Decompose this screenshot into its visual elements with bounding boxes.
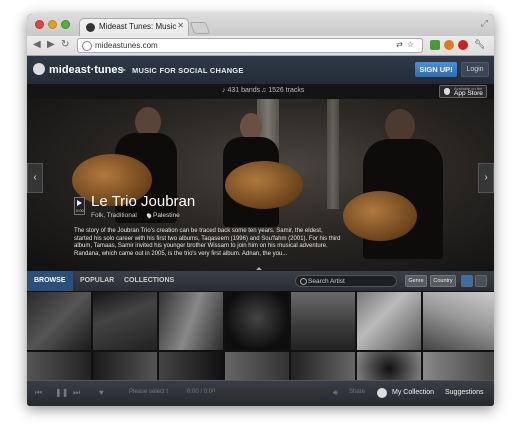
artist-tile[interactable] bbox=[225, 292, 289, 350]
wrench-icon[interactable]: 🔧︎ bbox=[474, 39, 485, 50]
extension-icon[interactable] bbox=[444, 40, 454, 50]
browse-bar: BROWSE POPULAR COLLECTIONS Genre Country bbox=[27, 271, 494, 292]
site-header: mideast·tunes ▸ MUSIC FOR SOCIAL CHANGE … bbox=[27, 56, 494, 84]
suggestions-button[interactable]: Suggestions bbox=[445, 389, 484, 396]
featured-artist-name[interactable]: Le Trio Joubran bbox=[91, 193, 195, 210]
appstore-big-text: App Store bbox=[454, 90, 483, 97]
share-button[interactable]: Share bbox=[349, 389, 365, 395]
music-note-icon: ♫ bbox=[261, 87, 267, 94]
play-duration: 0:00 bbox=[76, 208, 84, 213]
country-filter-button[interactable]: Country bbox=[430, 275, 456, 287]
artist-tile[interactable] bbox=[159, 292, 223, 350]
microphone-icon: ♪ bbox=[222, 87, 226, 94]
bands-count-text: 431 bands bbox=[227, 87, 261, 94]
oud-image bbox=[343, 191, 417, 241]
artist-tile[interactable] bbox=[93, 292, 157, 350]
signup-button[interactable]: SIGN UP! bbox=[415, 62, 457, 77]
login-button[interactable]: Login bbox=[461, 62, 489, 77]
tracks-count-text: 1526 tracks bbox=[268, 87, 305, 94]
app-store-badge[interactable]: Available on the App Store bbox=[439, 85, 487, 98]
next-track-icon[interactable]: ⏭︎ bbox=[73, 388, 80, 398]
artist-tile[interactable] bbox=[357, 352, 421, 380]
track-title: Please select t bbox=[129, 389, 169, 395]
browser-tab[interactable]: Mideast Tunes: Music for Soc ✕ bbox=[79, 18, 189, 36]
browser-toolbar: ◀ ▶ ↻ mideastunes.com ⇄☆ 🔧︎ bbox=[27, 36, 494, 56]
background-pillar bbox=[327, 99, 339, 209]
heart-icon[interactable]: ♥ bbox=[99, 388, 104, 397]
previous-track-icon[interactable]: ⏮︎ bbox=[35, 388, 42, 398]
artist-tile[interactable] bbox=[291, 292, 355, 350]
previous-artist-button[interactable]: ‹ bbox=[27, 163, 43, 193]
tab-strip: Mideast Tunes: Music for Soc ✕ ⤢ bbox=[27, 14, 494, 36]
musician-photo bbox=[385, 109, 415, 143]
artist-tile[interactable] bbox=[423, 292, 494, 350]
featured-artist-hero: ‹ › 0:00 Le Trio Joubran Folk, Tradition… bbox=[27, 99, 494, 271]
tab-close-icon[interactable]: ✕ bbox=[177, 21, 184, 30]
map-pin-icon bbox=[145, 212, 153, 219]
progress-bar[interactable] bbox=[212, 392, 327, 395]
featured-artist-bio: The story of the Joubran Trio's creation… bbox=[74, 228, 341, 257]
genre-filter-button[interactable]: Genre bbox=[405, 275, 427, 287]
stats-bar: ♪ 431 bands ♫ 1526 tracks Available on t… bbox=[27, 84, 494, 99]
site-logo[interactable]: mideast·tunes bbox=[49, 64, 124, 76]
new-tab-button[interactable] bbox=[189, 22, 211, 34]
tab-popular[interactable]: POPULAR bbox=[80, 271, 114, 291]
artist-tile[interactable] bbox=[423, 352, 494, 380]
reload-icon[interactable]: ↻ bbox=[61, 39, 69, 51]
bands-count: ♪ 431 bands bbox=[222, 87, 260, 94]
search-icon bbox=[300, 278, 307, 285]
url-text: mideastunes.com bbox=[95, 41, 158, 50]
artist-tile[interactable] bbox=[291, 352, 355, 380]
extension-icon[interactable] bbox=[458, 40, 468, 50]
artist-tile[interactable] bbox=[93, 352, 157, 380]
collection-icon bbox=[377, 388, 387, 398]
close-window-button[interactable] bbox=[35, 20, 44, 29]
site-tagline: MUSIC FOR SOCIAL CHANGE bbox=[132, 66, 244, 75]
headphones-logo-icon bbox=[33, 63, 45, 75]
artist-tile[interactable] bbox=[27, 292, 91, 350]
search-input[interactable] bbox=[308, 276, 393, 286]
audio-player: ⏮︎ ❚❚ ⏭︎ ♥ Please select t 0:00 / 0:00 🔊… bbox=[27, 380, 494, 406]
tracks-count: ♫ 1526 tracks bbox=[261, 87, 304, 94]
artist-grid bbox=[27, 292, 494, 380]
forward-icon[interactable]: ▶ bbox=[47, 39, 55, 51]
tab-title: Mideast Tunes: Music for Soc bbox=[99, 22, 177, 31]
grid-view-icon[interactable] bbox=[461, 275, 473, 287]
pause-icon[interactable]: ❚❚ bbox=[55, 388, 68, 397]
featured-artist-location: Palestine bbox=[145, 212, 180, 219]
chevron-right-icon: ▸ bbox=[122, 65, 127, 74]
tab-browse[interactable]: BROWSE bbox=[27, 271, 73, 291]
artist-tile[interactable] bbox=[357, 292, 421, 350]
apple-icon bbox=[444, 88, 450, 95]
volume-icon[interactable]: 🔊︎ bbox=[333, 388, 338, 398]
play-artist-button[interactable]: 0:00 bbox=[74, 197, 85, 215]
my-collection-button[interactable]: My Collection bbox=[392, 389, 434, 396]
minimize-window-button[interactable] bbox=[48, 20, 57, 29]
page-info-icon[interactable] bbox=[82, 41, 92, 51]
artist-search[interactable] bbox=[295, 275, 397, 287]
favicon-icon bbox=[86, 23, 95, 32]
extension-icon[interactable] bbox=[430, 40, 440, 50]
list-view-icon[interactable] bbox=[475, 275, 487, 287]
fullscreen-icon[interactable]: ⤢ bbox=[481, 18, 488, 29]
zoom-window-button[interactable] bbox=[61, 20, 70, 29]
collapse-hero-icon[interactable] bbox=[256, 267, 262, 270]
artist-tile[interactable] bbox=[27, 352, 91, 380]
next-artist-button[interactable]: › bbox=[478, 163, 494, 193]
tab-collections[interactable]: COLLECTIONS bbox=[124, 271, 174, 291]
play-icon bbox=[77, 200, 82, 206]
bookmark-star-icon[interactable]: ⇄☆ bbox=[396, 40, 418, 49]
location-text: Palestine bbox=[153, 212, 180, 219]
oud-image bbox=[225, 161, 303, 209]
browser-window: Mideast Tunes: Music for Soc ✕ ⤢ ◀ ▶ ↻ m… bbox=[27, 14, 494, 406]
artist-tile[interactable] bbox=[225, 352, 289, 380]
featured-artist-genres: Folk, Traditional bbox=[91, 212, 137, 219]
musician-photo bbox=[240, 113, 262, 140]
artist-tile[interactable] bbox=[159, 352, 223, 380]
back-icon[interactable]: ◀ bbox=[33, 39, 41, 51]
address-bar[interactable]: mideastunes.com ⇄☆ bbox=[77, 38, 423, 53]
